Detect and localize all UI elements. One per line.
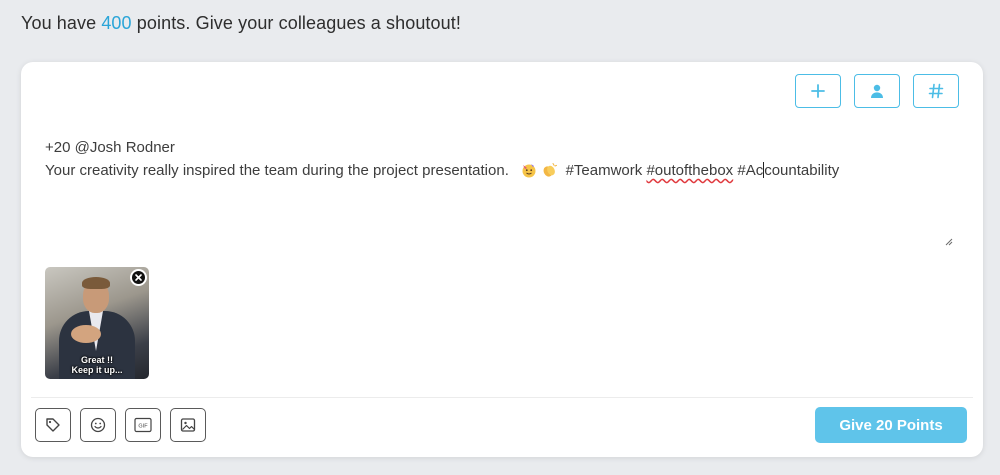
party-face-emoji-icon	[522, 164, 536, 178]
hashtag-outofthebox: #outofthebox	[646, 162, 734, 179]
toolbar-divider	[31, 397, 973, 398]
give-points-button[interactable]: Give 20 Points	[815, 407, 967, 443]
gif-attachment: Great !! Keep it up...	[45, 267, 149, 379]
add-tag-button[interactable]	[35, 408, 71, 442]
message-text: Your creativity really inspired the team…	[45, 162, 509, 179]
bottom-toolbar: GIF	[35, 408, 206, 442]
hashtag-button[interactable]	[913, 74, 959, 108]
add-button[interactable]	[795, 74, 841, 108]
gif-button[interactable]: GIF	[125, 408, 161, 442]
hashtag-accountability: #Accountability	[737, 162, 839, 179]
points-balance: 400	[101, 13, 132, 33]
person-icon	[871, 84, 883, 98]
close-icon	[132, 271, 145, 284]
hashtag-accountability-end: countability	[764, 162, 840, 179]
recipient-line: +20 @Josh Rodner	[45, 139, 175, 156]
image-button[interactable]	[170, 408, 206, 442]
message-line: Your creativity really inspired the team…	[45, 159, 950, 182]
plus-icon	[811, 84, 825, 98]
headline-prefix: You have	[21, 13, 102, 33]
gif-caption-line1: Great !!	[80, 355, 113, 365]
resize-handle-icon[interactable]	[943, 236, 953, 246]
headline-suffix: points. Give your colleagues a shoutout!	[131, 13, 461, 33]
top-toolbar	[795, 74, 959, 108]
emoji-button[interactable]	[80, 408, 116, 442]
gif-icon-label: GIF	[138, 424, 148, 430]
clapping-hands-emoji-icon	[543, 163, 558, 177]
gif-icon: GIF	[134, 417, 152, 433]
image-icon	[180, 418, 196, 432]
gif-caption-line2: Keep it up...	[71, 365, 123, 375]
points-headline: You have 400 points. Give your colleague…	[21, 13, 461, 34]
hashtag-teamwork: #Teamwork	[565, 162, 643, 179]
emoji-icon	[90, 417, 106, 433]
gif-figure-hair	[82, 277, 110, 289]
shoutout-message-input[interactable]: +20 @Josh Rodner Your creativity really …	[45, 136, 950, 182]
hashtag-accountability-start: #Ac	[737, 162, 764, 179]
tag-icon	[46, 418, 60, 432]
remove-attachment-button[interactable]	[130, 269, 147, 286]
gif-figure-hands	[71, 325, 101, 343]
hashtag-icon	[928, 83, 944, 99]
mention-user-button[interactable]	[854, 74, 900, 108]
gif-caption: Great !! Keep it up...	[45, 355, 149, 375]
shoutout-card: +20 @Josh Rodner Your creativity really …	[21, 62, 983, 457]
